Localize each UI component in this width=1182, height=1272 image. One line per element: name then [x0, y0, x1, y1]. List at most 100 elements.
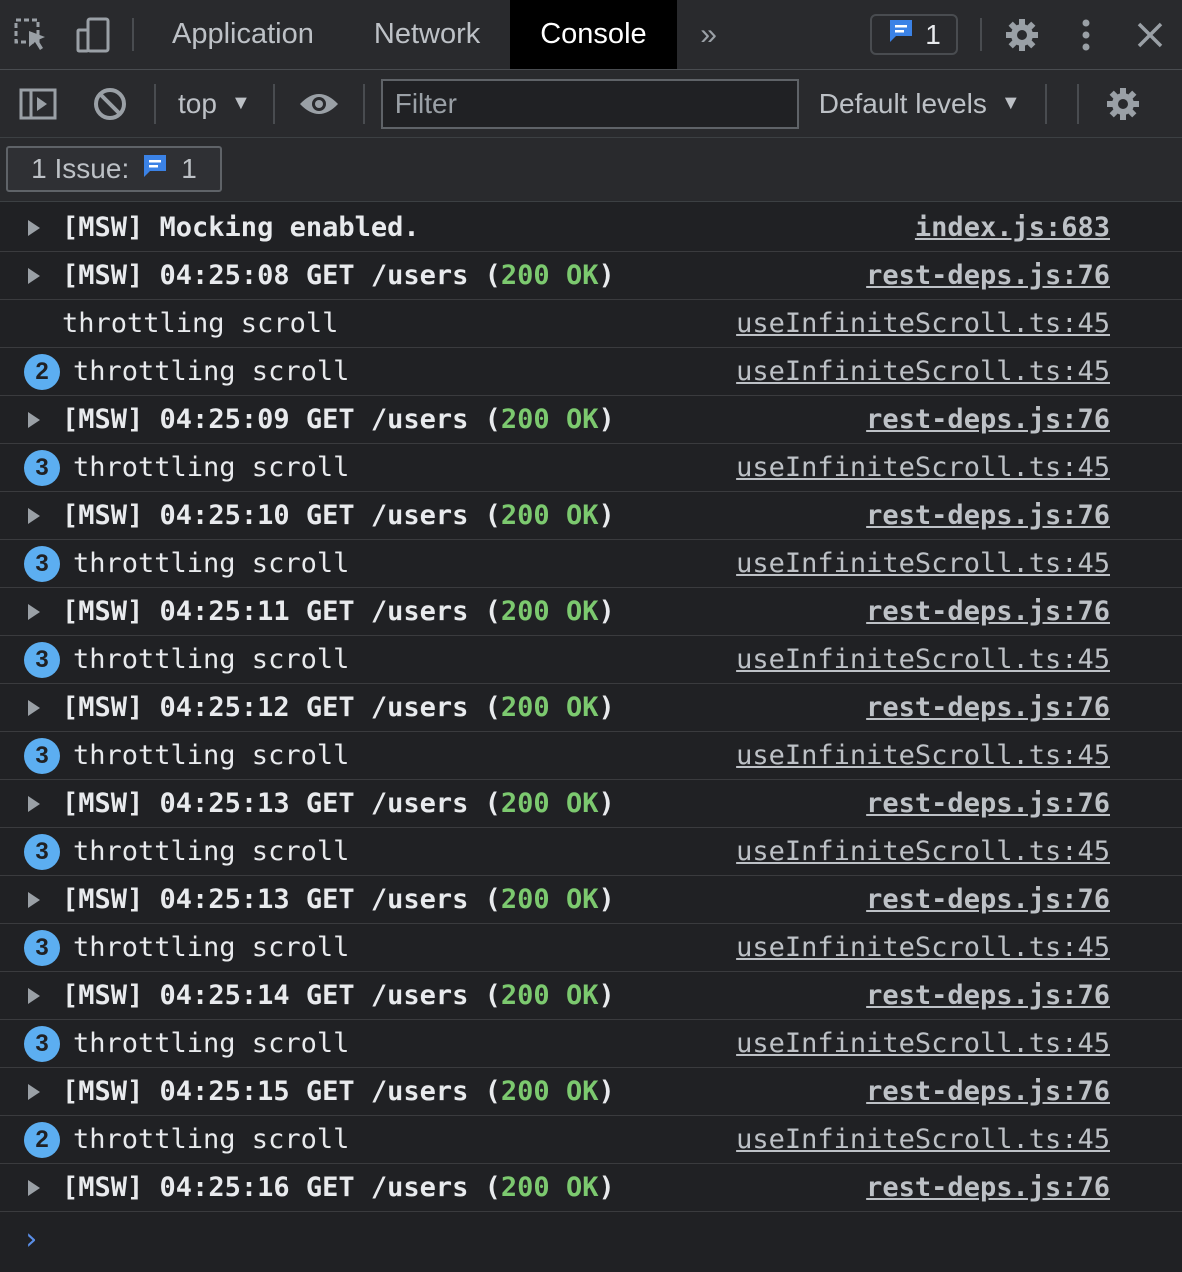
issues-bar: 1 Issue: 1 [0, 138, 1182, 202]
issues-chip-count: 1 [181, 153, 197, 184]
message-text: throttling scroll [73, 1124, 350, 1155]
console-toolbar: top ▼ Filter Default levels ▼ [0, 70, 1182, 138]
console-message[interactable]: throttling scroll useInfiniteScroll.ts:45 [0, 300, 1182, 348]
message-text: [MSW] 04:25:12 GET /users (200 OK) [62, 692, 615, 723]
repeat-count-badge: 3 [24, 834, 60, 870]
console-prompt-icon[interactable]: › [22, 1222, 40, 1257]
settings-gear-icon[interactable] [990, 0, 1054, 69]
source-link[interactable]: rest-deps.js:76 [866, 1164, 1110, 1212]
expand-triangle-icon[interactable] [28, 508, 40, 524]
message-text: [MSW] 04:25:08 GET /users (200 OK) [62, 260, 615, 291]
tab-console[interactable]: Console [510, 0, 677, 69]
source-link[interactable]: rest-deps.js:76 [866, 492, 1110, 540]
source-link[interactable]: rest-deps.js:76 [866, 1068, 1110, 1116]
clear-console-icon[interactable] [76, 70, 144, 138]
source-link[interactable]: rest-deps.js:76 [866, 252, 1110, 300]
expand-triangle-icon[interactable] [28, 412, 40, 428]
expand-triangle-icon[interactable] [28, 1180, 40, 1196]
source-link[interactable]: useInfiniteScroll.ts:45 [736, 300, 1110, 348]
console-message[interactable]: [MSW] Mocking enabled. index.js:683 [0, 204, 1182, 252]
inspect-element-icon[interactable] [0, 0, 62, 69]
console-message[interactable]: [MSW] 04:25:13 GET /users (200 OK) rest-d… [0, 876, 1182, 924]
console-settings-gear-icon[interactable] [1089, 70, 1157, 138]
divider [980, 18, 982, 51]
live-expression-eye-icon[interactable] [285, 70, 353, 138]
console-message[interactable]: [MSW] 04:25:09 GET /users (200 OK) rest-d… [0, 396, 1182, 444]
expand-triangle-icon[interactable] [28, 700, 40, 716]
expand-triangle-icon[interactable] [28, 892, 40, 908]
console-message[interactable]: [MSW] 04:25:14 GET /users (200 OK) rest-d… [0, 972, 1182, 1020]
expand-triangle-icon[interactable] [28, 268, 40, 284]
repeat-count-badge: 2 [24, 354, 60, 390]
console-message[interactable]: [MSW] 04:25:12 GET /users (200 OK) rest-d… [0, 684, 1182, 732]
message-text: [MSW] 04:25:09 GET /users (200 OK) [62, 404, 615, 435]
source-link[interactable]: useInfiniteScroll.ts:45 [736, 1020, 1110, 1068]
console-message[interactable]: [MSW] 04:25:13 GET /users (200 OK) rest-d… [0, 780, 1182, 828]
source-link[interactable]: useInfiniteScroll.ts:45 [736, 1116, 1110, 1164]
issue-message-icon [887, 17, 915, 52]
console-message[interactable]: [MSW] 04:25:10 GET /users (200 OK) rest-d… [0, 492, 1182, 540]
repeat-count-badge: 3 [24, 642, 60, 678]
source-link[interactable]: useInfiniteScroll.ts:45 [736, 924, 1110, 972]
repeat-count-badge: 3 [24, 930, 60, 966]
source-link[interactable]: useInfiniteScroll.ts:45 [736, 636, 1110, 684]
context-value: top [178, 87, 217, 119]
issues-chip-button[interactable]: 1 Issue: 1 [6, 146, 222, 192]
repeat-count-badge: 3 [24, 450, 60, 486]
source-link[interactable]: rest-deps.js:76 [866, 588, 1110, 636]
console-message[interactable]: 3 throttling scroll useInfiniteScroll.ts:4… [0, 636, 1182, 684]
message-text: [MSW] 04:25:10 GET /users (200 OK) [62, 500, 615, 531]
message-text: throttling scroll [73, 548, 350, 579]
source-link[interactable]: useInfiniteScroll.ts:45 [736, 828, 1110, 876]
context-selector[interactable]: top ▼ [166, 88, 263, 120]
console-message[interactable]: 3 throttling scroll useInfiniteScroll.ts:4… [0, 444, 1182, 492]
console-message[interactable]: [MSW] 04:25:16 GET /users (200 OK) rest-d… [0, 1164, 1182, 1212]
expand-triangle-icon[interactable] [28, 988, 40, 1004]
divider [1044, 83, 1047, 124]
tab-network[interactable]: Network [344, 0, 510, 69]
filter-input[interactable]: Filter [380, 78, 799, 129]
source-link[interactable]: rest-deps.js:76 [866, 396, 1110, 444]
expand-triangle-icon[interactable] [28, 796, 40, 812]
repeat-count-badge: 2 [24, 1122, 60, 1158]
console-message[interactable]: 2 throttling scroll useInfiniteScroll.ts:4… [0, 1116, 1182, 1164]
more-tabs-icon[interactable]: » [677, 0, 741, 69]
message-text: [MSW] 04:25:11 GET /users (200 OK) [62, 596, 615, 627]
source-link[interactable]: useInfiniteScroll.ts:45 [736, 732, 1110, 780]
show-sidebar-icon[interactable] [0, 70, 76, 138]
kebab-menu-icon[interactable] [1054, 0, 1118, 69]
console-message[interactable]: 3 throttling scroll useInfiniteScroll.ts:4… [0, 732, 1182, 780]
source-link[interactable]: useInfiniteScroll.ts:45 [736, 540, 1110, 588]
source-link[interactable]: rest-deps.js:76 [866, 972, 1110, 1020]
message-text: throttling scroll [73, 644, 350, 675]
source-link[interactable]: rest-deps.js:76 [866, 876, 1110, 924]
source-link[interactable]: rest-deps.js:76 [866, 780, 1110, 828]
source-link[interactable]: useInfiniteScroll.ts:45 [736, 348, 1110, 396]
expand-triangle-icon[interactable] [28, 220, 40, 236]
console-message[interactable]: [MSW] 04:25:15 GET /users (200 OK) rest-d… [0, 1068, 1182, 1116]
source-link[interactable]: rest-deps.js:76 [866, 684, 1110, 732]
repeat-count-badge: 3 [24, 1026, 60, 1062]
console-message[interactable]: 3 throttling scroll useInfiniteScroll.ts:4… [0, 828, 1182, 876]
log-levels-dropdown[interactable]: Default levels ▼ [819, 88, 1021, 120]
divider [1076, 83, 1079, 124]
device-toolbar-icon[interactable] [62, 0, 124, 69]
message-text: throttling scroll [73, 452, 350, 483]
expand-triangle-icon[interactable] [28, 604, 40, 620]
message-text: throttling scroll [73, 1028, 350, 1059]
console-messages: [MSW] Mocking enabled. index.js:683 [MSW… [0, 204, 1182, 1212]
console-message[interactable]: 3 throttling scroll useInfiniteScroll.ts:4… [0, 540, 1182, 588]
console-message[interactable]: [MSW] 04:25:11 GET /users (200 OK) rest-d… [0, 588, 1182, 636]
message-text: [MSW] Mocking enabled. [62, 212, 420, 243]
tab-application[interactable]: Application [142, 0, 344, 69]
console-message[interactable]: [MSW] 04:25:08 GET /users (200 OK) rest-d… [0, 252, 1182, 300]
expand-triangle-icon[interactable] [28, 1084, 40, 1100]
console-message[interactable]: 2 throttling scroll useInfiniteScroll.ts:4… [0, 348, 1182, 396]
issues-counter-button[interactable]: 1 [870, 14, 958, 55]
source-link[interactable]: index.js:683 [915, 204, 1110, 252]
console-message[interactable]: 3 throttling scroll useInfiniteScroll.ts:4… [0, 924, 1182, 972]
divider [154, 83, 156, 124]
close-icon[interactable] [1118, 0, 1182, 69]
source-link[interactable]: useInfiniteScroll.ts:45 [736, 444, 1110, 492]
console-message[interactable]: 3 throttling scroll useInfiniteScroll.ts:4… [0, 1020, 1182, 1068]
